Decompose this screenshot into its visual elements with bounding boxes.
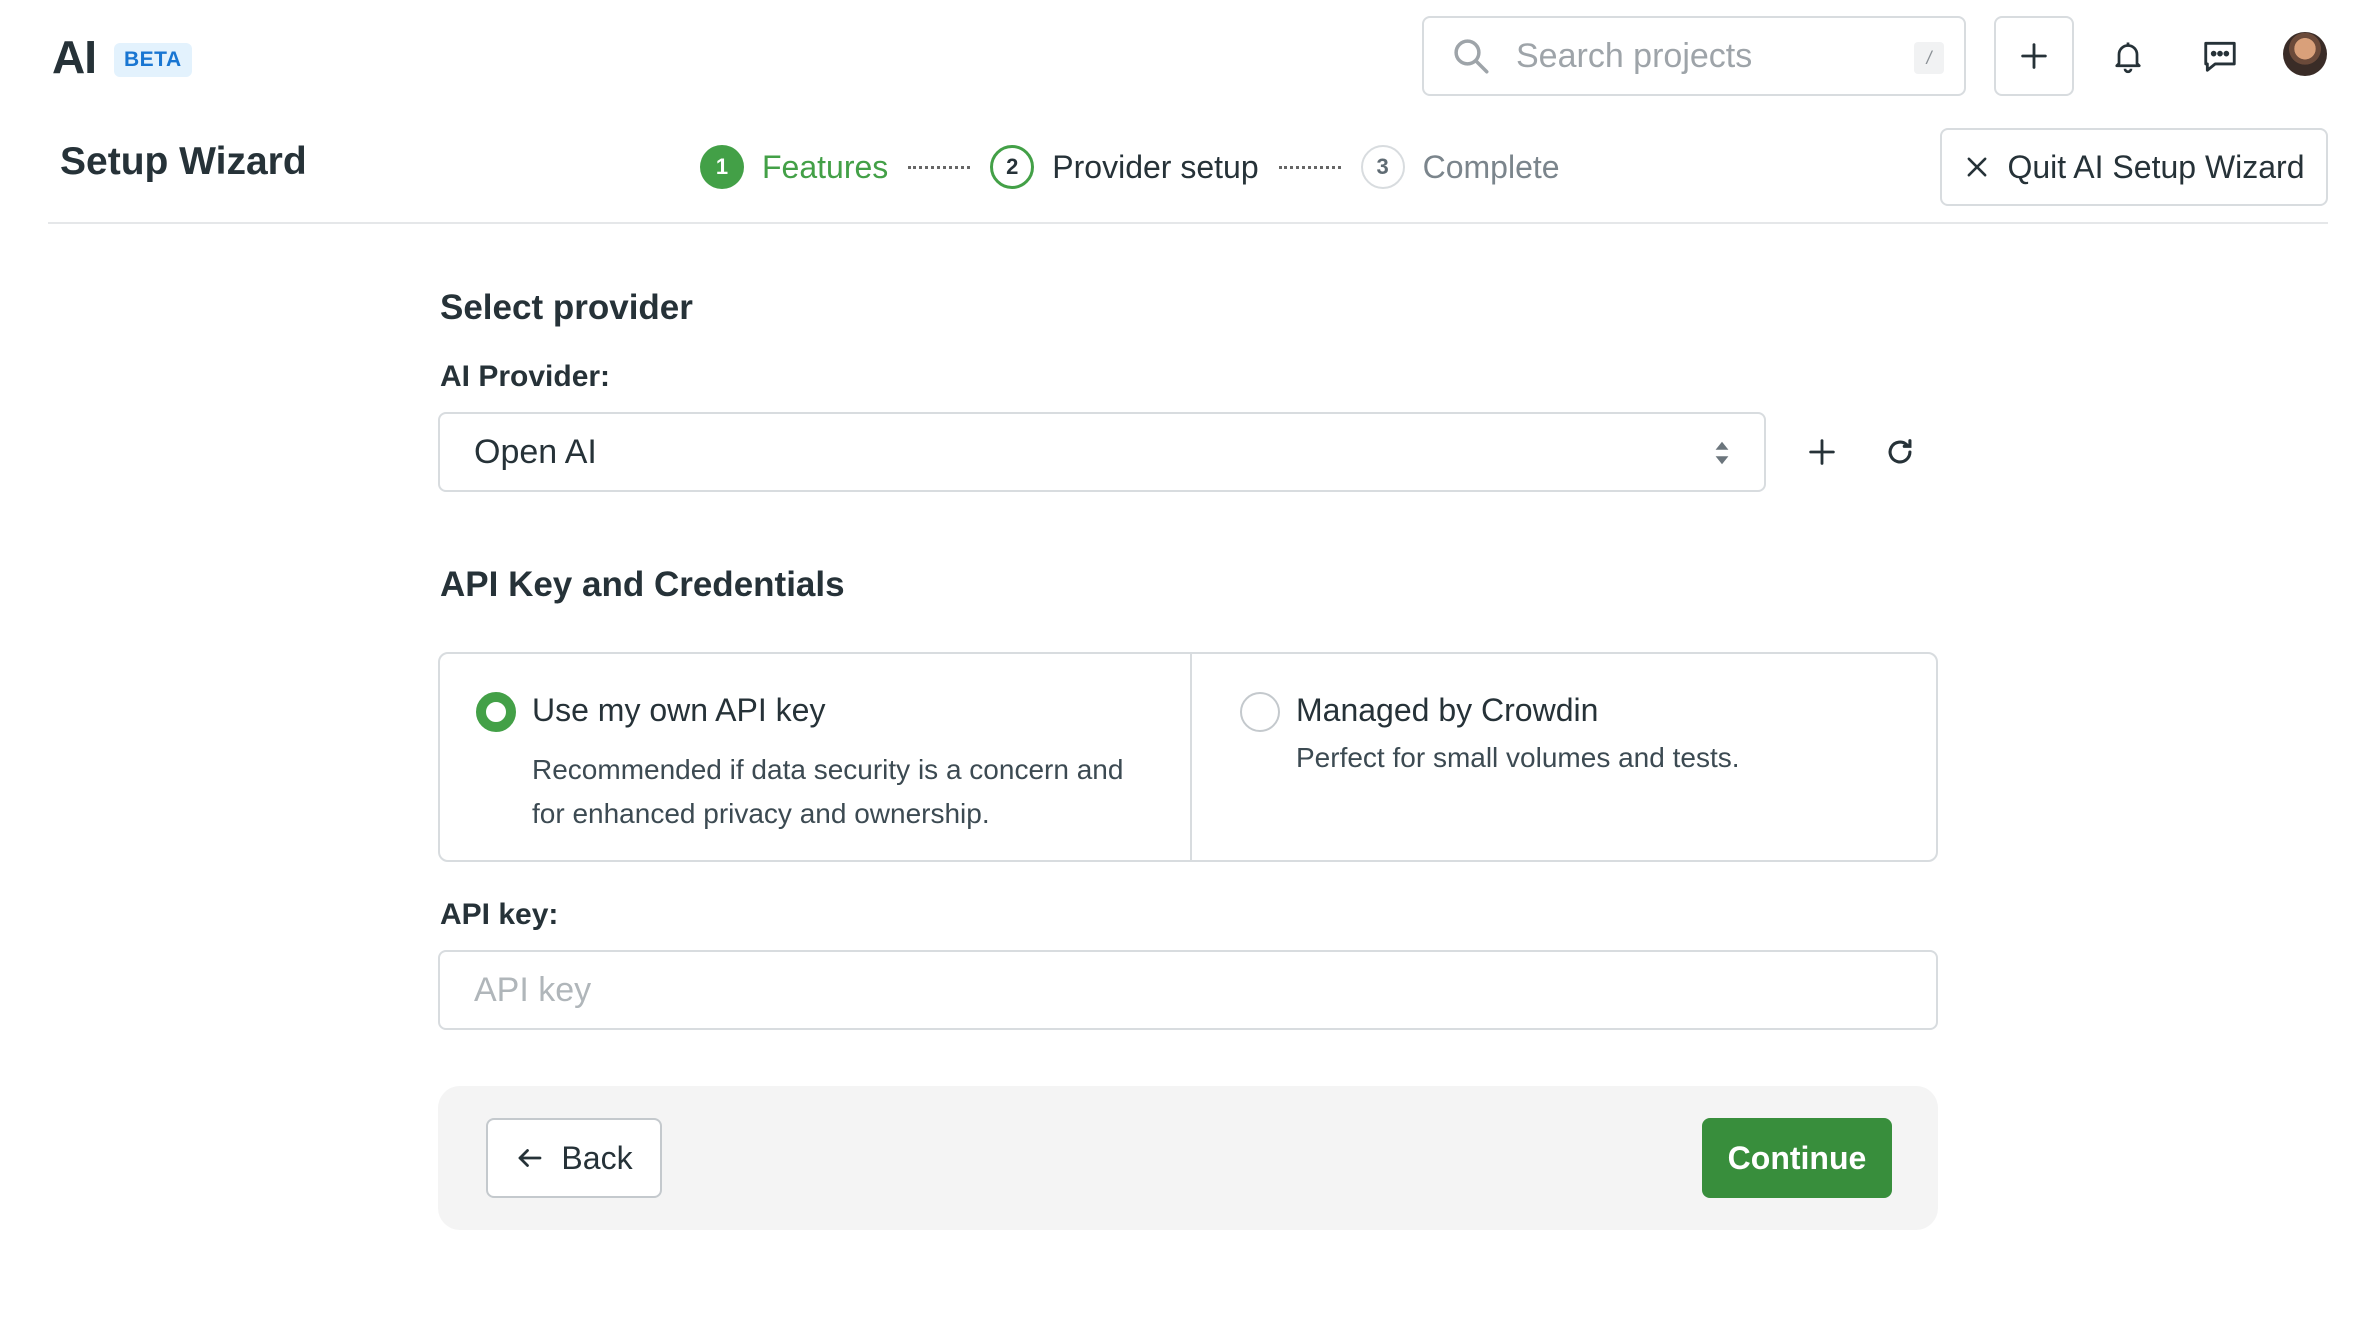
plus-icon [1809, 439, 1835, 465]
add-provider-button[interactable] [1798, 428, 1846, 476]
create-button[interactable] [1994, 16, 2074, 96]
header-divider [48, 222, 2328, 224]
notifications-button[interactable] [2098, 26, 2158, 86]
managed-by-crowdin-title: Managed by Crowdin [1296, 692, 1599, 728]
plus-icon [2021, 43, 2047, 69]
search-box[interactable]: / [1422, 16, 1966, 96]
continue-button[interactable]: Continue [1702, 1118, 1892, 1198]
api-key-field[interactable] [438, 950, 1938, 1030]
step-label: Features [762, 148, 889, 185]
continue-label: Continue [1727, 1139, 1867, 1176]
step-features[interactable]: 1 Features [700, 145, 888, 189]
avatar[interactable] [2283, 32, 2327, 76]
select-caret-icon [1715, 441, 1729, 465]
select-provider-heading: Select provider [440, 288, 693, 327]
managed-by-crowdin-radio[interactable] [1240, 692, 1280, 732]
back-button[interactable]: Back [486, 1118, 662, 1198]
search-shortcut-hint: / [1914, 42, 1944, 74]
quit-wizard-button[interactable]: Quit AI Setup Wizard [1940, 128, 2328, 206]
quit-wizard-label: Quit AI Setup Wizard [2007, 148, 2305, 185]
own-api-key-option[interactable]: Use my own API key Recommended if data s… [440, 654, 1192, 860]
bell-icon [2115, 42, 2141, 74]
step-label: Provider setup [1052, 148, 1259, 185]
api-key-label: API key: [440, 898, 559, 931]
managed-by-crowdin-option[interactable]: Managed by Crowdin Perfect for small vol… [1192, 654, 1936, 860]
chat-icon [2204, 41, 2236, 72]
page-title: Setup Wizard [60, 140, 307, 183]
step-connector [1278, 165, 1341, 169]
own-api-key-title: Use my own API key [532, 692, 826, 728]
own-api-key-description: Recommended if data security is a concer… [532, 754, 1124, 829]
step-number: 2 [990, 145, 1035, 189]
search-icon [1454, 39, 1489, 74]
ai-provider-label: AI Provider: [440, 360, 611, 393]
search-input[interactable] [1514, 35, 1908, 77]
arrow-left-icon [519, 1149, 542, 1167]
wizard-stepper: 1 Features 2 Provider setup 3 Complete [700, 142, 1560, 192]
step-connector [908, 165, 971, 169]
refresh-icon [1888, 439, 1912, 464]
brand[interactable]: AI BETA [52, 30, 192, 84]
step-number: 1 [700, 145, 744, 189]
step-number: 3 [1360, 145, 1405, 189]
credentials-heading: API Key and Credentials [440, 565, 845, 604]
ai-provider-value: Open AI [474, 432, 597, 471]
step-label: Complete [1422, 148, 1560, 185]
own-api-key-radio[interactable] [476, 692, 516, 732]
back-label: Back [561, 1139, 633, 1176]
beta-badge: BETA [114, 43, 192, 77]
managed-by-crowdin-description: Perfect for small volumes and tests. [1296, 742, 1740, 773]
app-name: AI [52, 31, 97, 83]
messages-button[interactable] [2190, 26, 2250, 86]
step-complete: 3 Complete [1360, 145, 1560, 189]
credentials-options: Use my own API key Recommended if data s… [438, 652, 1938, 862]
refresh-providers-button[interactable] [1876, 428, 1924, 476]
close-icon [1968, 157, 1987, 177]
step-provider-setup[interactable]: 2 Provider setup [990, 145, 1259, 189]
ai-provider-select[interactable]: Open AI [438, 412, 1766, 492]
